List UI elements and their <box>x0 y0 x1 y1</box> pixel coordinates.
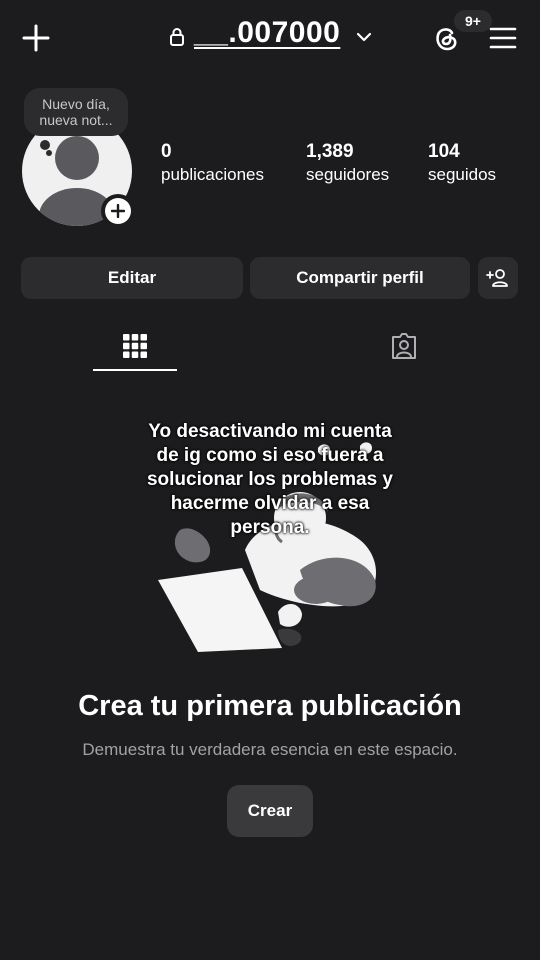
grid-icon <box>123 334 147 358</box>
edit-profile-button[interactable]: Editar <box>21 257 243 299</box>
add-person-icon <box>486 269 508 287</box>
stat-label: seguidores <box>306 165 390 184</box>
stat-value: 0 <box>161 141 172 162</box>
username-switcher[interactable]: __.007000 <box>194 16 340 50</box>
note-bubble-tail <box>40 140 50 150</box>
empty-state-subtitle: Demuestra tu verdadera esencia en este e… <box>82 740 458 759</box>
lock-icon <box>168 26 186 48</box>
stat-value: 104 <box>428 141 460 162</box>
create-plus-button[interactable] <box>18 20 54 56</box>
stat-label: seguidos <box>428 165 497 184</box>
empty-state-title: Crea tu primera publicación <box>78 690 462 722</box>
stat-posts[interactable]: 0 publicaciones <box>161 141 264 185</box>
tagged-person-icon <box>392 333 416 359</box>
chevron-down-icon[interactable] <box>354 27 374 47</box>
stat-followers[interactable]: 1,389 seguidores <box>306 141 389 185</box>
discover-people-button[interactable] <box>478 257 518 299</box>
note-bubble-tail <box>46 150 52 156</box>
tab-selected-indicator <box>93 369 177 371</box>
stat-value: 1,389 <box>306 141 354 162</box>
plus-icon <box>22 24 50 52</box>
tab-tagged[interactable] <box>362 322 446 370</box>
tab-grid[interactable] <box>93 322 177 370</box>
stat-following[interactable]: 104 seguidos <box>428 141 496 185</box>
create-button[interactable]: Crear <box>227 785 313 837</box>
plus-icon <box>111 204 125 218</box>
share-profile-button[interactable]: Compartir perfil <box>250 257 470 299</box>
stat-label: publicaciones <box>161 165 265 184</box>
hamburger-menu-icon <box>489 27 517 49</box>
add-story-button[interactable] <box>101 194 135 228</box>
menu-button[interactable] <box>486 22 520 54</box>
overlay-caption: Yo desactivando mi cuenta de ig como si … <box>146 421 394 538</box>
note-bubble[interactable]: Nuevo día, nueva not... <box>24 88 128 136</box>
